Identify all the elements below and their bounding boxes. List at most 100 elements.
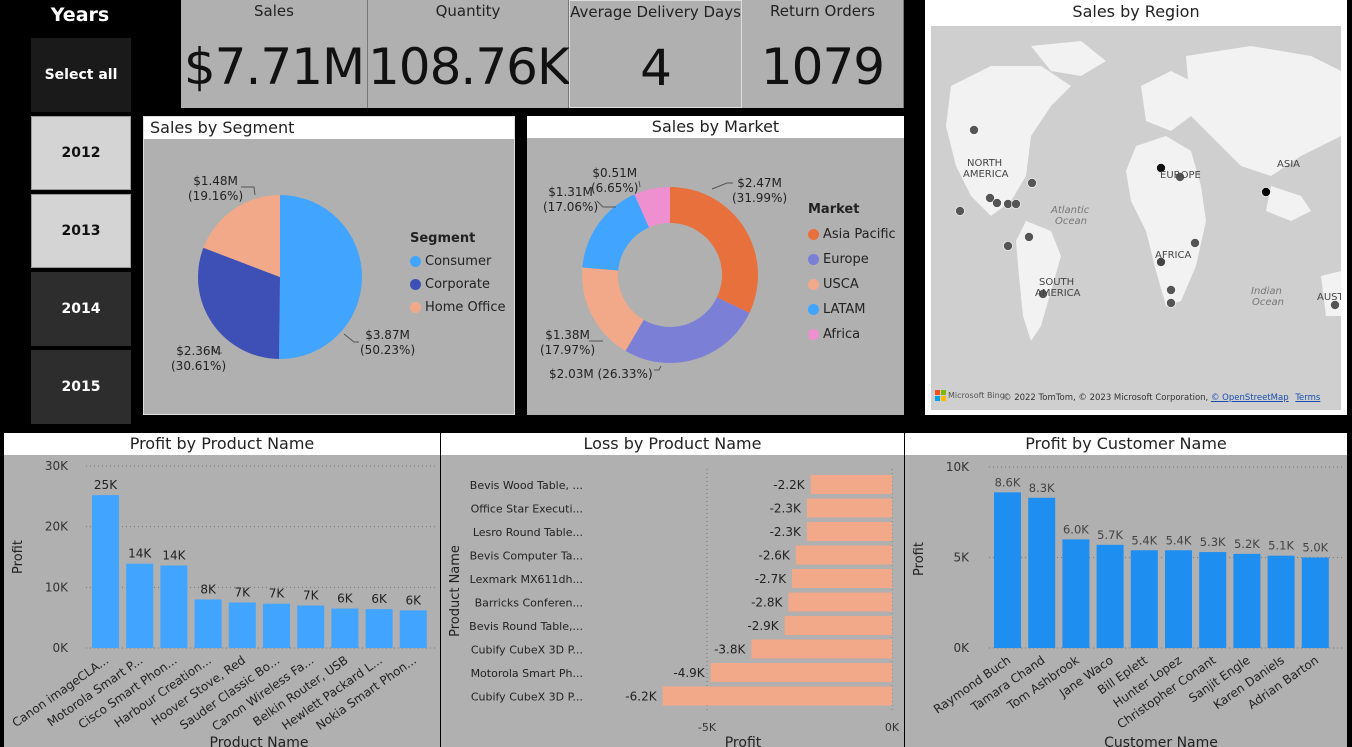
kpi-card-quantity[interactable]: Quantity 108.76K — [368, 0, 570, 108]
bar[interactable] — [263, 603, 290, 648]
x-axis-title: Product Name — [210, 735, 309, 747]
legend-item[interactable]: USCA — [808, 277, 896, 292]
legend-label: Home Office — [425, 300, 506, 315]
legend-label: USCA — [823, 277, 859, 292]
sales-by-segment-chart[interactable]: Sales by Segment $1.48M (19.16%) $3.87M (5… — [143, 116, 515, 415]
year-slicer-item-2012[interactable]: 2012 — [31, 116, 131, 190]
map-bubble[interactable] — [1011, 199, 1021, 209]
map-bubble[interactable] — [1190, 238, 1200, 248]
bar[interactable] — [994, 492, 1021, 648]
data-label: $3.87M (50.23%) — [360, 328, 416, 357]
year-slicer-item-select-all[interactable]: Select all — [31, 38, 131, 112]
year-slicer-item-2015[interactable]: 2015 — [31, 350, 131, 424]
map-bubble[interactable] — [1003, 199, 1013, 209]
bar[interactable] — [1028, 497, 1056, 648]
map-bubble[interactable] — [1166, 298, 1176, 308]
legend-item[interactable]: LATAM — [808, 302, 896, 317]
kpi-card-return-orders[interactable]: Return Orders 1079 — [742, 0, 904, 108]
bar[interactable] — [160, 565, 188, 648]
legend-title: Segment — [410, 231, 476, 246]
bar[interactable] — [1267, 555, 1295, 648]
bar[interactable] — [806, 522, 892, 541]
legend-item[interactable]: Consumer — [410, 254, 505, 269]
windows-icon — [935, 390, 946, 401]
bar[interactable] — [92, 495, 119, 648]
map-bubble[interactable] — [1166, 285, 1176, 295]
legend-marker — [410, 256, 421, 267]
map-bubble[interactable] — [1027, 178, 1037, 188]
donut-slice-europe[interactable] — [625, 297, 750, 363]
svg-text:NORTH: NORTH — [967, 158, 1002, 169]
bar[interactable] — [331, 608, 359, 648]
bar[interactable] — [806, 498, 892, 518]
bar[interactable] — [1199, 552, 1227, 648]
bar[interactable] — [784, 616, 892, 635]
profit-by-customer-chart[interactable]: Profit by Customer Name 0K 5K 10K Profit Cus… — [905, 433, 1347, 747]
profit-product-svg: 0K10K20K30KProfitProduct Name25KCanon im… — [10, 459, 438, 747]
bar[interactable] — [810, 475, 892, 494]
bar[interactable] — [1165, 550, 1192, 648]
map-bubble[interactable] — [1003, 241, 1013, 251]
loss-by-product-chart[interactable]: Loss by Product Name -5K 0K Profit Product … — [441, 433, 904, 747]
bar[interactable] — [228, 602, 256, 649]
chart-title: Sales by Region — [1072, 2, 1200, 21]
bar[interactable] — [751, 639, 892, 659]
map-bubble[interactable] — [1024, 232, 1034, 242]
bar[interactable] — [1062, 539, 1090, 648]
map-canvas[interactable]: NORTH AMERICA EUROPE ASIA AFRICA SOUTH A… — [931, 26, 1341, 410]
legend-marker — [808, 304, 819, 315]
map-bubble[interactable] — [992, 198, 1002, 208]
svg-text:EUROPE: EUROPE — [1160, 170, 1201, 181]
profit-by-product-chart[interactable]: Profit by Product Name 0K 10K 20K 30K Profit… — [4, 433, 440, 747]
bing-logo: Microsoft Bing — [935, 390, 1005, 401]
bar[interactable] — [1301, 557, 1329, 649]
legend-label: Corporate — [425, 277, 490, 292]
kpi-card-sales[interactable]: Sales $7.71M — [181, 0, 368, 108]
bar[interactable] — [126, 563, 154, 648]
data-label: 25K — [94, 478, 118, 492]
year-slicer-item-2014[interactable]: 2014 — [31, 272, 131, 346]
bar[interactable] — [194, 599, 222, 648]
terms-link[interactable]: Terms — [1295, 393, 1320, 403]
map-bubble[interactable] — [955, 206, 965, 216]
bar[interactable] — [795, 545, 892, 565]
year-slicer-item-2013[interactable]: 2013 — [31, 194, 131, 268]
kpi-card-average-delivery-days[interactable]: Average Delivery Days 4 — [569, 0, 742, 108]
legend-marker — [808, 254, 819, 265]
bar[interactable] — [792, 569, 892, 588]
kpi-value: 1079 — [760, 38, 885, 96]
legend-item[interactable]: Home Office — [410, 300, 505, 315]
svg-text:ASIA: ASIA — [1277, 159, 1300, 170]
legend-marker — [808, 279, 819, 290]
y-tick-label: Office Star Executi... — [471, 503, 583, 516]
data-label: 5.2K — [1234, 537, 1260, 551]
pie-slice-consumer[interactable] — [278, 195, 363, 359]
sales-by-region-map[interactable]: Sales by Region NORTH AMERICA EUROPE ASI… — [925, 0, 1347, 415]
svg-text:AFRICA: AFRICA — [1155, 250, 1191, 261]
bar[interactable] — [1130, 550, 1158, 648]
y-tick-label: Motorola Smart Ph... — [471, 667, 583, 680]
legend-item[interactable]: Corporate — [410, 277, 505, 292]
bar[interactable] — [399, 610, 427, 648]
data-label: 14K — [162, 548, 186, 562]
data-label: $1.31M (17.06%) — [543, 185, 599, 214]
legend-label: Asia Pacific — [823, 227, 896, 242]
sales-by-market-chart[interactable]: Sales by Market $2.47M (31.99%) $2.03M (2… — [527, 116, 904, 415]
svg-text:AMERICA: AMERICA — [1035, 288, 1081, 299]
map-bubble[interactable] — [969, 125, 979, 135]
legend-item[interactable]: Asia Pacific — [808, 227, 896, 242]
data-label: $1.48M (19.16%) — [188, 174, 244, 203]
x-axis-title: Customer Name — [1104, 735, 1218, 747]
map-bubble[interactable] — [1261, 187, 1271, 197]
openstreetmap-link[interactable]: © OpenStreetMap — [1211, 393, 1289, 403]
bar[interactable] — [1096, 544, 1124, 648]
legend-item[interactable]: Europe — [808, 252, 896, 267]
bar[interactable] — [788, 592, 892, 612]
bar[interactable] — [710, 663, 892, 682]
bar[interactable] — [662, 686, 892, 706]
y-axis-title: Product Name — [448, 545, 463, 637]
bar[interactable] — [297, 605, 325, 648]
bar[interactable] — [365, 609, 393, 648]
legend-item[interactable]: Africa — [808, 327, 896, 342]
bar[interactable] — [1233, 553, 1261, 648]
